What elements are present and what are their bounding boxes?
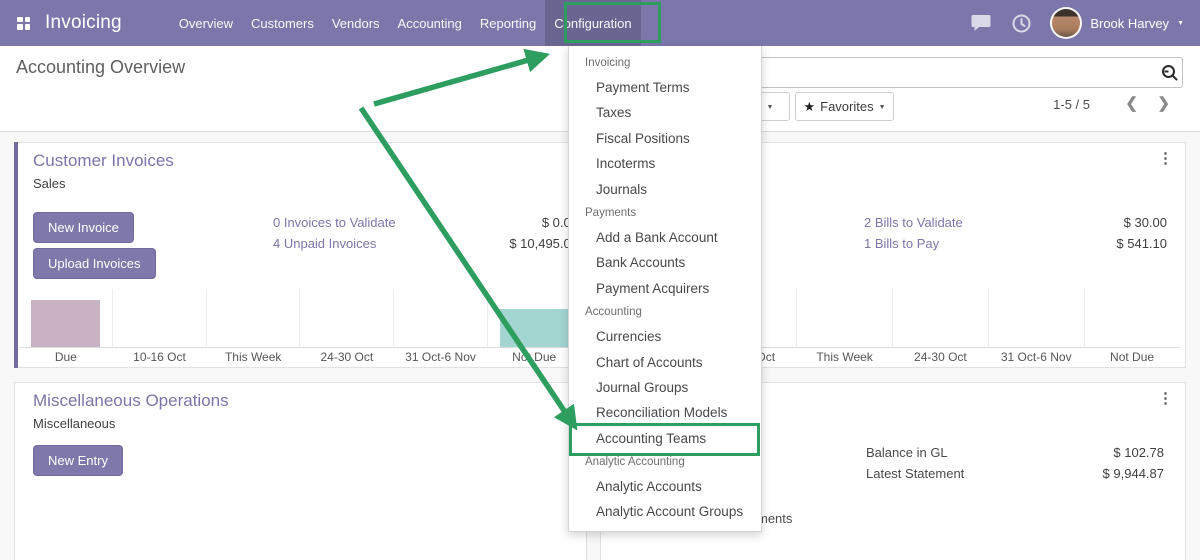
balance-in-gl-label[interactable]: Balance in GL [866, 445, 948, 460]
menu-item-analytic-account-groups[interactable]: Analytic Account Groups [569, 499, 761, 524]
menu-item-payment-terms[interactable]: Payment Terms [569, 75, 761, 100]
menu-item-incoterms[interactable]: Incoterms [569, 151, 761, 176]
customer-invoices-card: Customer Invoices Sales New Invoice Uplo… [14, 142, 587, 368]
card-title[interactable]: Customer Invoices [33, 151, 174, 171]
menu-section-invoicing: Invoicing [569, 52, 761, 75]
balance-in-gl-value: $ 102.78 [1113, 445, 1164, 460]
app-title[interactable]: Invoicing [45, 12, 122, 34]
search-icon[interactable] [1156, 64, 1182, 81]
unpaid-invoices-link[interactable]: 4 Unpaid Invoices [273, 236, 376, 251]
favorites-button[interactable]: Favorites [795, 92, 894, 121]
journal-color-stripe [14, 142, 18, 368]
menu-item-journal-groups[interactable]: Journal Groups [569, 375, 761, 400]
caret-down-icon [1177, 14, 1184, 32]
menu-item-journals[interactable]: Journals [569, 177, 761, 202]
star-icon [803, 99, 815, 115]
main-menu: Overview Customers Vendors Accounting Re… [170, 0, 641, 46]
bar-not-due[interactable] [500, 309, 569, 347]
menu-item-add-bank-account[interactable]: Add a Bank Account [569, 225, 761, 250]
menu-section-payments: Payments [569, 202, 761, 225]
menu-vendors[interactable]: Vendors [323, 0, 389, 46]
menu-customers[interactable]: Customers [242, 0, 323, 46]
menu-item-reconciliation-models[interactable]: Reconciliation Models [569, 400, 761, 425]
menu-item-chart-of-accounts[interactable]: Chart of Accounts [569, 350, 761, 375]
partial-hidden-text: ments [757, 511, 792, 526]
breadcrumb: Accounting Overview [16, 57, 185, 78]
latest-statement-value: $ 9,944.87 [1103, 466, 1164, 481]
amount-bills-pay: $ 541.10 [1116, 236, 1167, 251]
new-invoice-button[interactable]: New Invoice [33, 212, 134, 243]
menu-item-accounting-teams[interactable]: Accounting Teams [569, 426, 761, 451]
menu-item-analytic-accounts[interactable]: Analytic Accounts [569, 474, 761, 499]
bills-to-validate-link[interactable]: 2 Bills to Validate [864, 215, 963, 230]
latest-statement-label[interactable]: Latest Statement [866, 466, 964, 481]
messages-icon[interactable] [970, 12, 992, 34]
menu-accounting[interactable]: Accounting [389, 0, 471, 46]
menu-overview[interactable]: Overview [170, 0, 242, 46]
user-avatar [1050, 7, 1082, 39]
menu-item-currencies[interactable]: Currencies [569, 324, 761, 349]
menu-item-payment-acquirers[interactable]: Payment Acquirers [569, 276, 761, 301]
configuration-dropdown: Invoicing Payment Terms Taxes Fiscal Pos… [568, 46, 762, 532]
user-menu[interactable]: Brook Harvey [1050, 7, 1184, 39]
chart-x-labels: Due 10-16 Oct This Week 24-30 Oct 31 Oct… [19, 350, 581, 364]
user-name: Brook Harvey [1090, 16, 1169, 31]
bills-to-pay-link[interactable]: 1 Bills to Pay [864, 236, 939, 251]
caret-down-icon [879, 99, 886, 114]
kebab-menu-icon[interactable] [1158, 389, 1173, 407]
apps-grid-icon[interactable] [17, 17, 30, 30]
pager-previous-button[interactable] [1125, 94, 1138, 112]
pager-next-button[interactable] [1157, 94, 1170, 112]
menu-section-accounting: Accounting [569, 301, 761, 324]
invoices-to-validate-link[interactable]: 0 Invoices to Validate [273, 215, 396, 230]
kebab-menu-icon[interactable] [1158, 149, 1173, 167]
activities-clock-icon[interactable] [1010, 12, 1032, 34]
bar-due[interactable] [31, 300, 100, 347]
misc-operations-card: Miscellaneous Operations Miscellaneous N… [14, 382, 587, 560]
amount-bills-validate: $ 30.00 [1124, 215, 1167, 230]
menu-item-taxes[interactable]: Taxes [569, 100, 761, 125]
menu-item-bank-accounts[interactable]: Bank Accounts [569, 250, 761, 275]
card-subtitle: Miscellaneous [33, 416, 115, 431]
card-title[interactable]: Miscellaneous Operations [33, 391, 229, 411]
navbar-right: Brook Harvey [970, 7, 1184, 39]
menu-reporting[interactable]: Reporting [471, 0, 545, 46]
invoices-bar-chart[interactable] [19, 289, 581, 348]
menu-configuration[interactable]: Configuration [545, 0, 640, 46]
menu-section-analytic-accounting: Analytic Accounting [569, 451, 761, 474]
new-entry-button[interactable]: New Entry [33, 445, 123, 476]
pager-counter: 1-5 / 5 [1053, 97, 1090, 112]
upload-invoices-button[interactable]: Upload Invoices [33, 248, 156, 279]
caret-down-icon [766, 99, 773, 114]
card-subtitle: Sales [33, 176, 66, 191]
invoicing-dashboard: Invoicing Overview Customers Vendors Acc… [0, 0, 1200, 560]
top-navbar: Invoicing Overview Customers Vendors Acc… [0, 0, 1200, 46]
menu-item-fiscal-positions[interactable]: Fiscal Positions [569, 126, 761, 151]
